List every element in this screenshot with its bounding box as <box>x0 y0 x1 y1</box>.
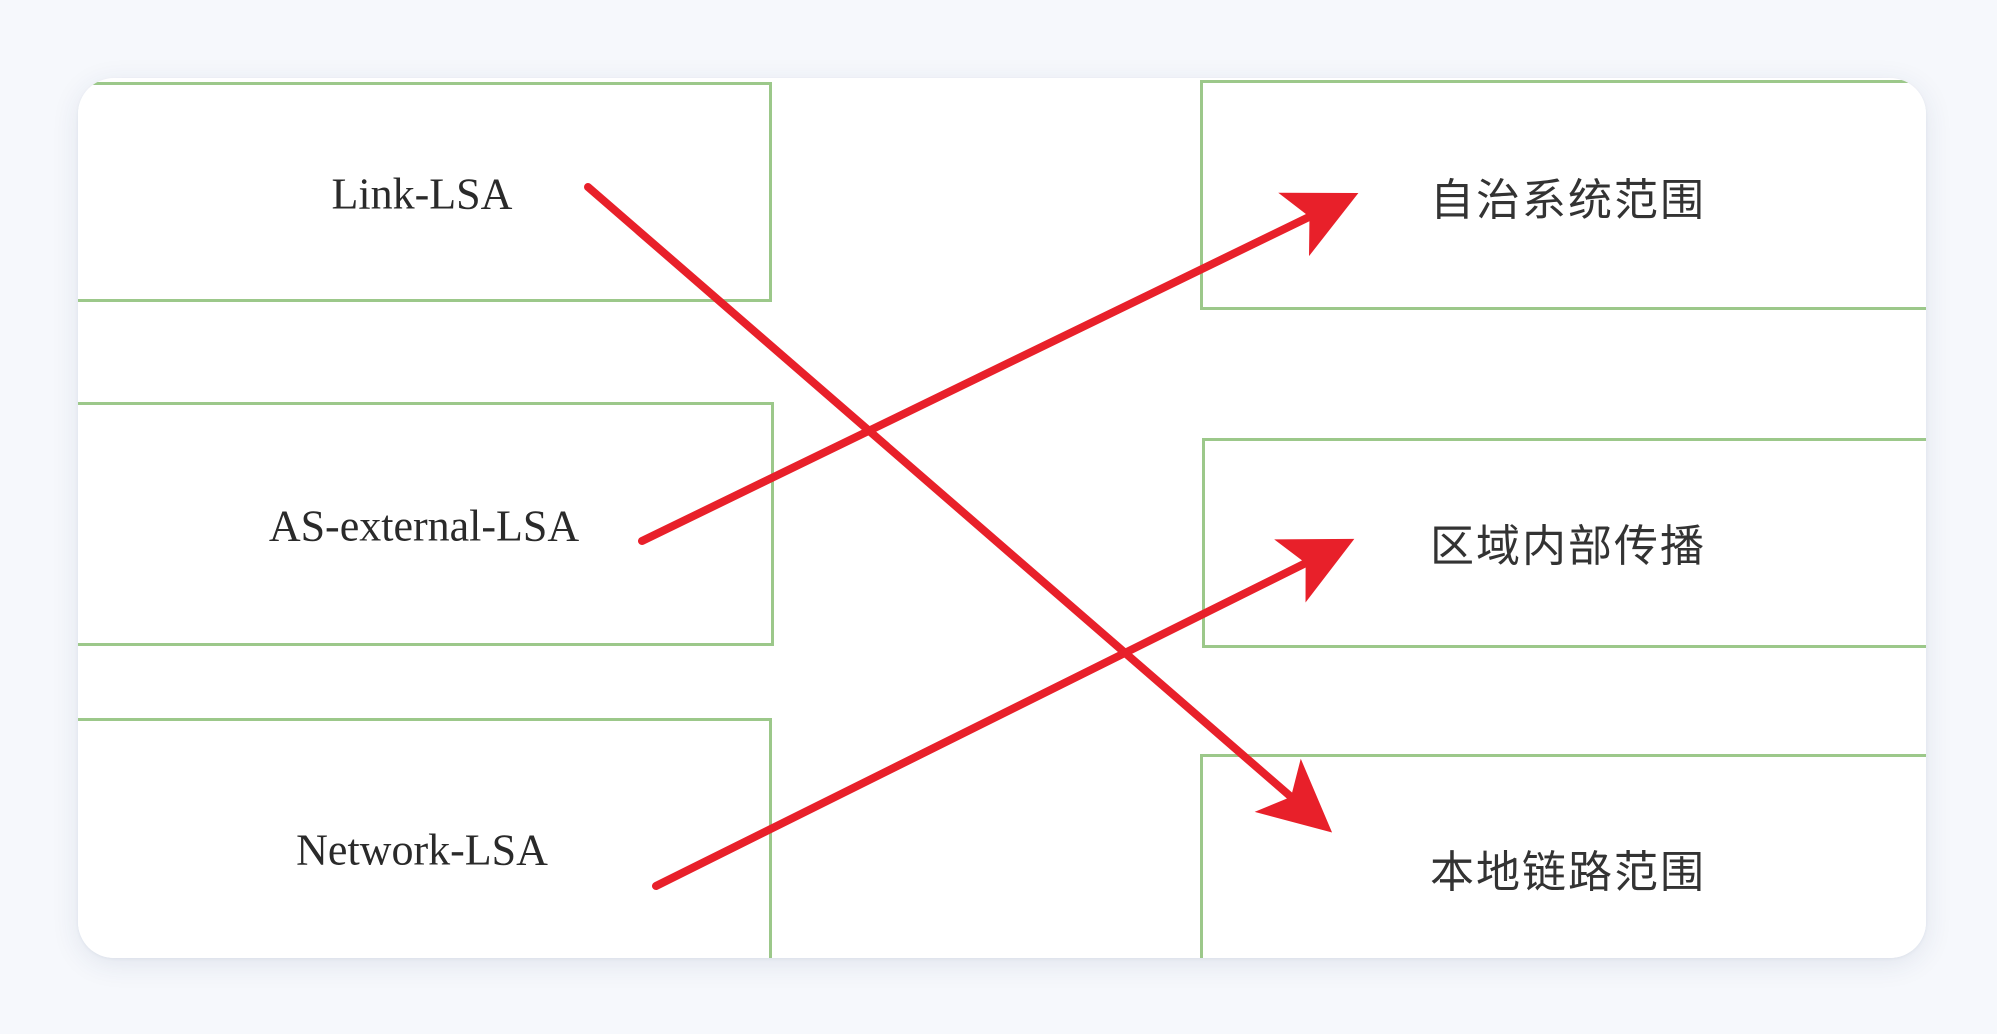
arrow-network-lsa-to-area-scope <box>652 538 1355 890</box>
connection-arrows <box>584 183 1359 890</box>
arrow-link-lsa-to-link-local-scope <box>584 183 1333 833</box>
arrow-as-external-lsa-to-as-scope <box>638 192 1359 545</box>
